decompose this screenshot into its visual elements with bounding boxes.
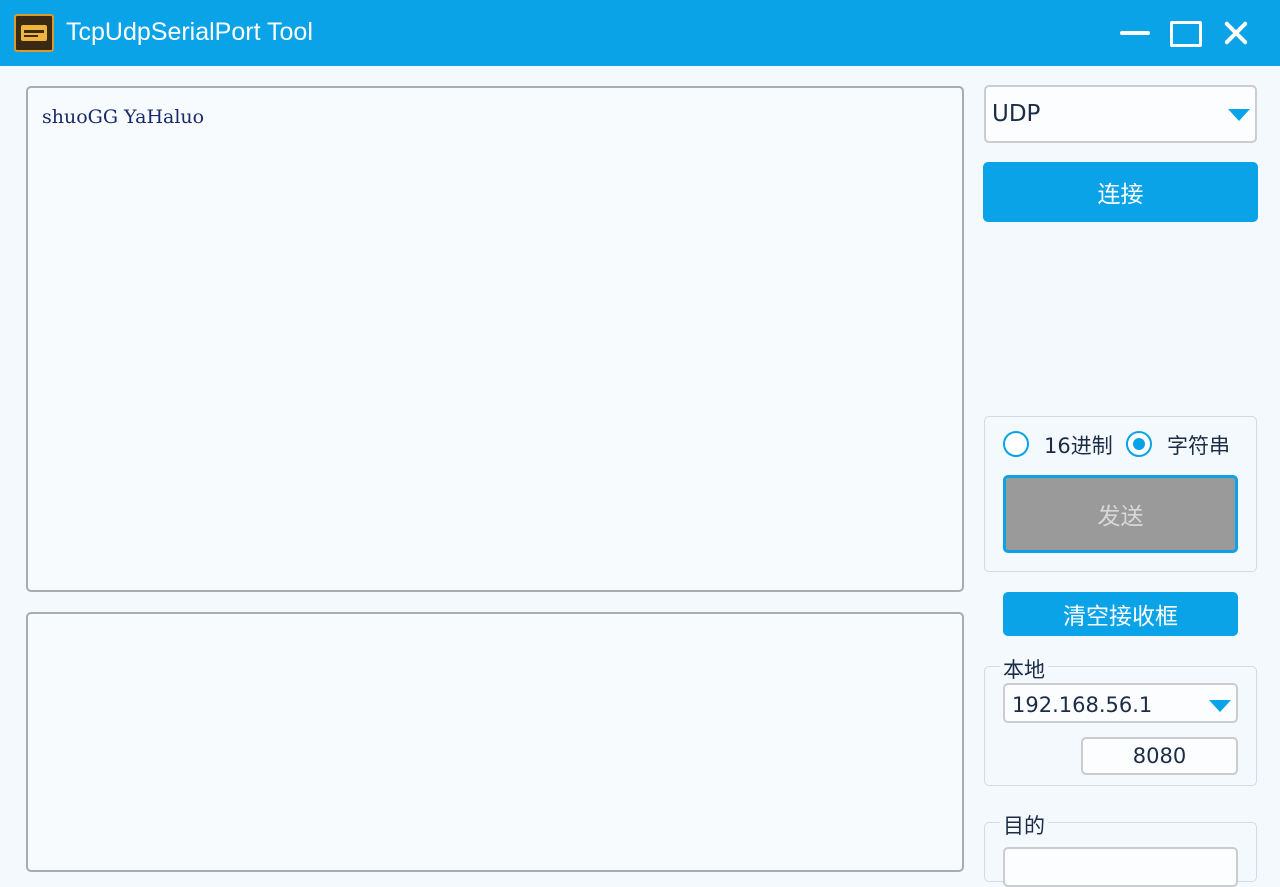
- local-port-input[interactable]: 8080: [1081, 737, 1238, 775]
- window-title: TcpUdpSerialPort Tool: [66, 18, 313, 46]
- local-ip-select[interactable]: 192.168.56.1: [1003, 683, 1238, 723]
- title-bar: TcpUdpSerialPort Tool: [0, 0, 1280, 66]
- maximize-icon: [1170, 21, 1202, 47]
- hex-radio[interactable]: [1003, 431, 1029, 457]
- protocol-select[interactable]: UDP: [984, 85, 1257, 143]
- destination-ip-select[interactable]: [1003, 847, 1238, 887]
- string-radio-label[interactable]: 字符串: [1167, 430, 1230, 460]
- receive-textarea[interactable]: shuoGG YaHaluo: [26, 86, 964, 592]
- hex-radio-label[interactable]: 16进制: [1044, 430, 1113, 460]
- minimize-icon: [1120, 31, 1150, 35]
- clear-receive-button[interactable]: 清空接收框: [1003, 592, 1238, 636]
- connect-button[interactable]: 连接: [983, 162, 1258, 222]
- local-ip-value: 192.168.56.1: [1012, 693, 1153, 717]
- maximize-button[interactable]: [1168, 16, 1204, 52]
- received-text: shuoGG YaHaluo: [42, 106, 205, 128]
- app-logo-icon: [14, 14, 54, 52]
- close-button[interactable]: [1218, 16, 1254, 52]
- chevron-down-icon: [1209, 700, 1231, 712]
- local-group-label: 本地: [1000, 654, 1048, 684]
- radio-selected-dot: [1133, 438, 1145, 450]
- send-textarea[interactable]: [26, 612, 964, 872]
- chevron-down-icon: [1228, 109, 1250, 121]
- string-radio[interactable]: [1126, 431, 1152, 457]
- destination-group-label: 目的: [1000, 810, 1048, 840]
- protocol-value: UDP: [992, 101, 1041, 127]
- send-button[interactable]: 发送: [1003, 475, 1238, 553]
- minimize-button[interactable]: [1118, 16, 1154, 52]
